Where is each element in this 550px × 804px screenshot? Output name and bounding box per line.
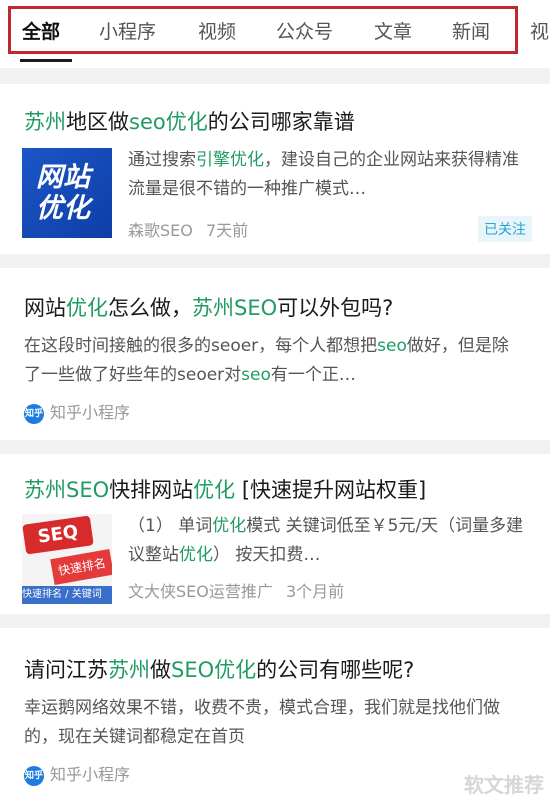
text-segment: 做 [150,658,171,682]
highlighted-keyword: 苏州 [24,110,66,134]
followed-badge[interactable]: 已关注 [478,216,532,242]
text-segment: 可以外包吗? [277,296,394,320]
tab-news[interactable]: 新闻 [452,17,490,44]
thumbnail-text: 优化 [36,193,90,224]
active-tab-underline [20,59,72,62]
result-time: 7天前 [205,221,249,240]
highlighted-keyword: seo优化 [129,110,208,134]
highlighted-keyword: 苏州SEO [24,478,110,502]
text-segment: 幸运鹅网络效果不错，收费不贵，模式合理，我们就是找他们做的，现在关键词都稳定在首… [24,698,500,747]
result-source[interactable]: 森歌SEO [128,221,193,240]
result-source[interactable]: 知乎小程序 [50,765,130,784]
tab-official-account[interactable]: 公众号 [276,17,333,44]
text-segment: 请问江苏 [24,658,108,682]
result-title[interactable]: 苏州地区做seo优化的公司哪家靠谱 [24,106,355,136]
highlighted-keyword: seo [241,365,271,385]
text-segment: （1） 单词 [128,516,213,536]
highlighted-keyword: 优化 [193,478,236,502]
highlighted-keyword: 引擎优化 [196,150,264,170]
search-result-3[interactable]: 苏州SEO快排网站优化 [快速提升网站权重] SEQ 快速排名 快速排名 / 关… [0,454,550,614]
thumbnail-text: SEQ [22,515,94,555]
thumbnail-text: 快速排名 / 关键词 [22,586,112,604]
text-segment: [快速提升网站权重] [235,478,427,502]
result-source[interactable]: 文大侠SEO运营推广 [128,582,273,601]
search-result-4[interactable]: 请问江苏苏州做SEO优化的公司有哪些呢? 幸运鹅网络效果不错，收费不贵，模式合理… [0,628,550,804]
result-snippet: 幸运鹅网络效果不错，收费不贵，模式合理，我们就是找他们做的，现在关键词都稳定在首… [24,694,524,752]
text-segment: 在这段时间接触的很多的seoer，每个人都想把 [24,336,378,356]
highlighted-keyword: 优化 [179,545,213,565]
result-source[interactable]: 知乎小程序 [50,403,130,422]
highlighted-keyword: 优化 [212,516,247,536]
text-segment: 通过搜索 [128,150,196,170]
search-result-1[interactable]: 苏州地区做seo优化的公司哪家靠谱 网站 优化 通过搜索引擎优化，建设自己的企业… [0,84,550,254]
search-result-2[interactable]: 网站优化怎么做，苏州SEO可以外包吗? 在这段时间接触的很多的seoer，每个人… [0,268,550,440]
text-segment: ） 按天扣费… [213,545,321,565]
tab-video[interactable]: 视频 [198,17,236,44]
result-meta: 知乎 知乎小程序 [24,761,130,786]
result-time: 3个月前 [285,582,345,601]
text-segment: 的公司有哪些呢? [256,658,415,682]
result-meta: 知乎 知乎小程序 [24,399,130,424]
result-snippet: （1） 单词优化模式 关键词低至￥5元/天（词量多建议整站优化） 按天扣费… [128,512,528,570]
text-segment: 网站 [24,296,66,320]
result-title[interactable]: 请问江苏苏州做SEO优化的公司有哪些呢? [24,654,414,684]
text-segment: 有一个正… [270,365,356,385]
search-type-tabbar: 全部 小程序 视频 公众号 文章 新闻 视 [0,0,550,68]
thumbnail-text: 快速排名 [50,548,112,586]
result-meta: 文大侠SEO运营推广 3个月前 [128,578,344,602]
text-segment: 地区做 [66,110,129,134]
highlighted-keyword: 苏州SEO [192,296,278,320]
result-title[interactable]: 苏州SEO快排网站优化 [快速提升网站权重] [24,474,426,504]
result-snippet: 在这段时间接触的很多的seoer，每个人都想把seo做好，但是除了一些做了好些年… [24,332,524,390]
highlighted-keyword: seo [377,336,407,356]
tab-more-video[interactable]: 视 [530,17,549,44]
tab-highlight-frame [8,6,518,54]
text-segment: 快排网站 [109,478,194,502]
result-thumbnail[interactable]: SEQ 快速排名 快速排名 / 关键词 [22,514,112,604]
highlighted-keyword: 苏州 [108,658,150,682]
tab-all[interactable]: 全部 [22,17,60,44]
thumbnail-text: 网站 [36,162,90,193]
zhihu-icon: 知乎 [24,765,44,786]
text-segment: 的公司哪家靠谱 [207,110,355,134]
result-snippet: 通过搜索引擎优化，建设自己的企业网站来获得精准流量是很不错的一种推广模式… [128,146,528,204]
tab-article[interactable]: 文章 [374,17,412,44]
result-meta: 森歌SEO 7天前 [128,217,248,241]
zhihu-icon: 知乎 [24,403,44,424]
result-thumbnail[interactable]: 网站 优化 [22,148,112,238]
text-segment: 怎么做， [108,296,192,320]
highlighted-keyword: SEO优化 [171,658,257,682]
tab-mini-program[interactable]: 小程序 [99,17,156,44]
result-title[interactable]: 网站优化怎么做，苏州SEO可以外包吗? [24,292,393,322]
watermark: 软文推荐 [464,773,544,797]
highlighted-keyword: 优化 [66,296,108,320]
